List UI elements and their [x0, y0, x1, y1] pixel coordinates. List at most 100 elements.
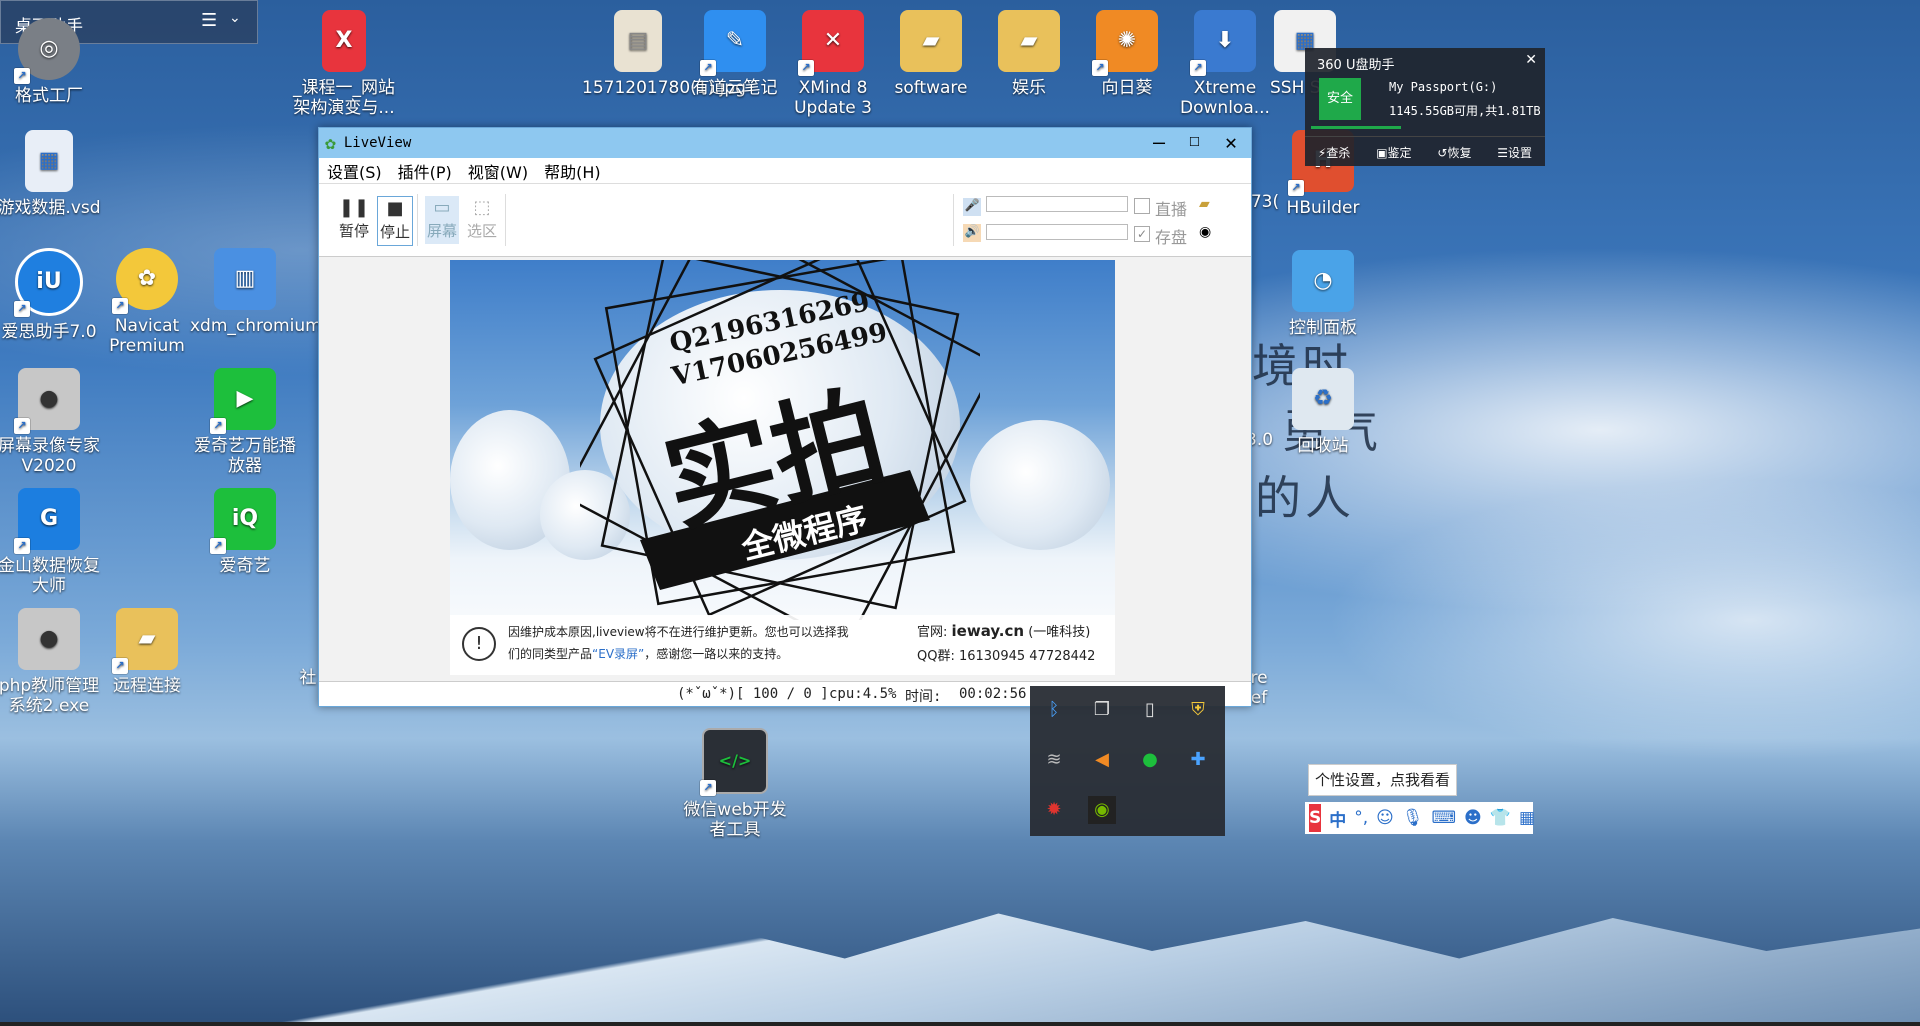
screen-button[interactable]: ▭ 屏幕	[425, 196, 459, 244]
desktop-icon-php-teacher-system[interactable]: ● php教师管理系统2.exe	[0, 608, 104, 716]
eye-icon[interactable]: ◉	[1199, 224, 1211, 240]
desktop-icon-youdao-note[interactable]: ✎ ↗ 有道云笔记	[680, 10, 790, 98]
desktop-icon-jpg[interactable]: ▤ 1571201780(1).jpg	[582, 10, 746, 98]
voice-icon[interactable]: 🎙	[1402, 808, 1424, 828]
network-icon[interactable]: ✚	[1184, 746, 1212, 774]
menu-settings[interactable]: 设置(S)	[327, 159, 382, 183]
desktop-icon-iqiyi-player[interactable]: ▶ ↗ 爱奇艺万能播放器	[190, 368, 300, 476]
keyboard-icon[interactable]: ⌨	[1431, 808, 1456, 828]
desktop-icon-recycle-bin[interactable]: ♻ 回收站	[1268, 368, 1378, 456]
folder-icon[interactable]: ▰	[1199, 196, 1210, 212]
wifi-icon[interactable]: ≋	[1040, 746, 1068, 774]
desktop-icon-remote-connection[interactable]: ▰ ↗ 远程连接	[92, 608, 202, 696]
nvidia-icon[interactable]: ◉	[1088, 796, 1116, 824]
usb-helper-panel[interactable]: 360 U盘助手 ✕ 安全 My Passport(G:) 1145.55GB可…	[1305, 48, 1545, 166]
liveview-titlebar[interactable]: ✿ LiveView — ☐ ✕	[319, 128, 1251, 158]
desktop-icon-screen-recorder[interactable]: ● ↗ 屏幕录像专家V2020	[0, 368, 104, 476]
menu-help[interactable]: 帮助(H)	[544, 159, 601, 183]
desktop-icon-format-factory[interactable]: ◎ ↗ 格式工厂	[0, 18, 104, 106]
usb-scan-button[interactable]: ⚡查杀	[1318, 144, 1350, 161]
status-time: 00:02:56	[959, 686, 1027, 702]
windows-icon[interactable]: ❐	[1088, 696, 1116, 724]
desktop-icon-partial-right-top[interactable]: 73(	[1250, 192, 1280, 212]
chevron-down-icon[interactable]: ⌄	[229, 10, 241, 26]
desktop-icon-xdm-zip[interactable]: ▥ xdm_chromium.zip	[190, 248, 352, 336]
wechat-icon[interactable]: ●	[1136, 746, 1164, 774]
pause-icon: ❚❚	[338, 197, 370, 218]
bluetooth-icon[interactable]: ᛒ	[1040, 696, 1068, 724]
minimize-icon[interactable]: —	[1153, 130, 1165, 154]
desktop-icon-label: ef	[1250, 688, 1268, 708]
skin-icon[interactable]: 👕	[1490, 808, 1511, 828]
desktop-icon-course-xmind[interactable]: X _课程一_网站架构演变与...	[288, 10, 400, 118]
grid-icon[interactable]: ▦	[1519, 808, 1535, 828]
menu-plugins[interactable]: 插件(P)	[398, 159, 452, 183]
shortcut-arrow-icon: ↗	[210, 538, 226, 554]
notice-line-1: 因维护成本原因,liveview将不在进行维护更新。您也可以选择我	[508, 625, 849, 639]
shortcut-arrow-icon: ↗	[14, 538, 30, 554]
desktop-icon-navicat[interactable]: ✿ ↗ Navicat Premium	[92, 248, 202, 356]
usb-helper-title: 360 U盘助手	[1317, 58, 1395, 73]
sogou-logo-icon[interactable]: S	[1309, 804, 1322, 832]
speaker-icon[interactable]: ◀	[1088, 746, 1116, 774]
microphone-volume-slider[interactable]	[986, 196, 1128, 212]
xmind-file-icon: X	[322, 10, 366, 72]
desktop-icon-label: 远程连接	[113, 676, 181, 696]
menu-view[interactable]: 视窗(W)	[468, 159, 528, 183]
liveview-toolbar: ❚❚ 暂停 ■ 停止 ▭ 屏幕 ⬚ 选区 🎤 🔊 直播 ▰ ✓ 存盘 ◉	[319, 184, 1251, 257]
usb-drive-icon[interactable]: ▯	[1136, 696, 1164, 724]
gear-icon[interactable]: ✹	[1040, 796, 1068, 824]
shortcut-arrow-icon: ↗	[112, 658, 128, 674]
save-checkbox[interactable]: ✓	[1134, 226, 1150, 242]
liveview-logo-icon: ✿	[325, 132, 336, 154]
desktop-icon-iqiyi[interactable]: iQ ↗ 爱奇艺	[190, 488, 300, 576]
desktop-icon-label: 格式工厂	[15, 86, 83, 106]
maximize-icon[interactable]: ☐	[1189, 130, 1200, 151]
user-icon[interactable]: ☻	[1464, 808, 1482, 828]
usb-recover-button[interactable]: ↺恢复	[1437, 144, 1471, 161]
notice-line-2: 们的同类型产品“EV录屏”，感谢您一路以来的支持。	[508, 645, 788, 662]
ime-language-toggle[interactable]: 中	[1329, 806, 1346, 831]
ev-recorder-link[interactable]: “EV录屏”	[592, 647, 644, 661]
shield-icon[interactable]: ⛨	[1184, 696, 1212, 724]
desktop-icon-label: XMind 8 Update 3	[794, 78, 872, 118]
website-link[interactable]: ieway.cn	[952, 622, 1025, 640]
desktop-icon-label: 73(	[1250, 192, 1280, 212]
website-line: 官网: ieway.cn (一唯科技)	[917, 621, 1090, 640]
usb-recover-label: 恢复	[1447, 145, 1472, 160]
stop-icon: ■	[386, 198, 404, 219]
desktop-icon-xmind8[interactable]: ✕ ↗ XMind 8 Update 3	[778, 10, 888, 118]
live-checkbox[interactable]	[1134, 198, 1150, 214]
usb-scan-label: 查杀	[1326, 145, 1351, 160]
stop-button[interactable]: ■ 停止	[377, 196, 413, 246]
desktop-icon-partial-left[interactable]: 社	[296, 668, 320, 688]
wallpaper-calligraphy-3: 的人	[1255, 471, 1355, 525]
menu-icon[interactable]: ☰	[201, 10, 217, 31]
emoji-icon[interactable]: ☺	[1376, 808, 1394, 828]
desktop-icon-game-data-vsd[interactable]: ▦ 游戏数据.vsd	[0, 130, 104, 218]
desktop-icon-label: 金山数据恢复大师	[0, 556, 100, 596]
punctuation-icon[interactable]: °,	[1354, 808, 1368, 828]
window-title: LiveView	[343, 135, 412, 151]
microphone-icon[interactable]: 🎤	[963, 198, 981, 216]
region-button[interactable]: ⬚ 选区	[465, 196, 499, 244]
shortcut-arrow-icon: ↗	[700, 780, 716, 796]
status-cpu: cpu:4.5%	[829, 686, 897, 702]
pause-button[interactable]: ❚❚ 暂停	[337, 196, 371, 244]
desktop-icon-sunlogin[interactable]: ✺ ↗ 向日葵	[1072, 10, 1182, 98]
usb-identify-button[interactable]: ▣鉴定	[1376, 144, 1411, 161]
speaker-volume-slider[interactable]	[986, 224, 1128, 240]
visio-file-icon: ▦	[25, 130, 73, 192]
ime-toolbar[interactable]: S 中 °, ☺ 🎙 ⌨ ☻ 👕 ▦	[1305, 802, 1535, 834]
usb-settings-button[interactable]: ☰设置	[1497, 144, 1532, 161]
desktop-icon-xtreme-download[interactable]: ⬇ ↗ Xtreme Downloa...	[1170, 10, 1280, 118]
desktop-icon-software-folder[interactable]: ▰ software	[876, 10, 986, 98]
desktop-icon-i4-assistant[interactable]: iU ↗ 爱思助手7.0	[0, 248, 104, 342]
speaker-icon[interactable]: 🔊	[963, 224, 981, 242]
desktop-icon-wechat-devtools[interactable]: </> ↗ 微信web开发者工具	[680, 728, 790, 840]
close-icon[interactable]: ✕	[1525, 52, 1537, 68]
close-icon[interactable]: ✕	[1225, 130, 1237, 154]
desktop-icon-kingsoft-recovery[interactable]: G ↗ 金山数据恢复大师	[0, 488, 104, 596]
desktop-icon-control-panel[interactable]: ◔ 控制面板	[1268, 250, 1378, 338]
desktop-icon-entertainment-folder[interactable]: ▰ 娱乐	[974, 10, 1084, 98]
